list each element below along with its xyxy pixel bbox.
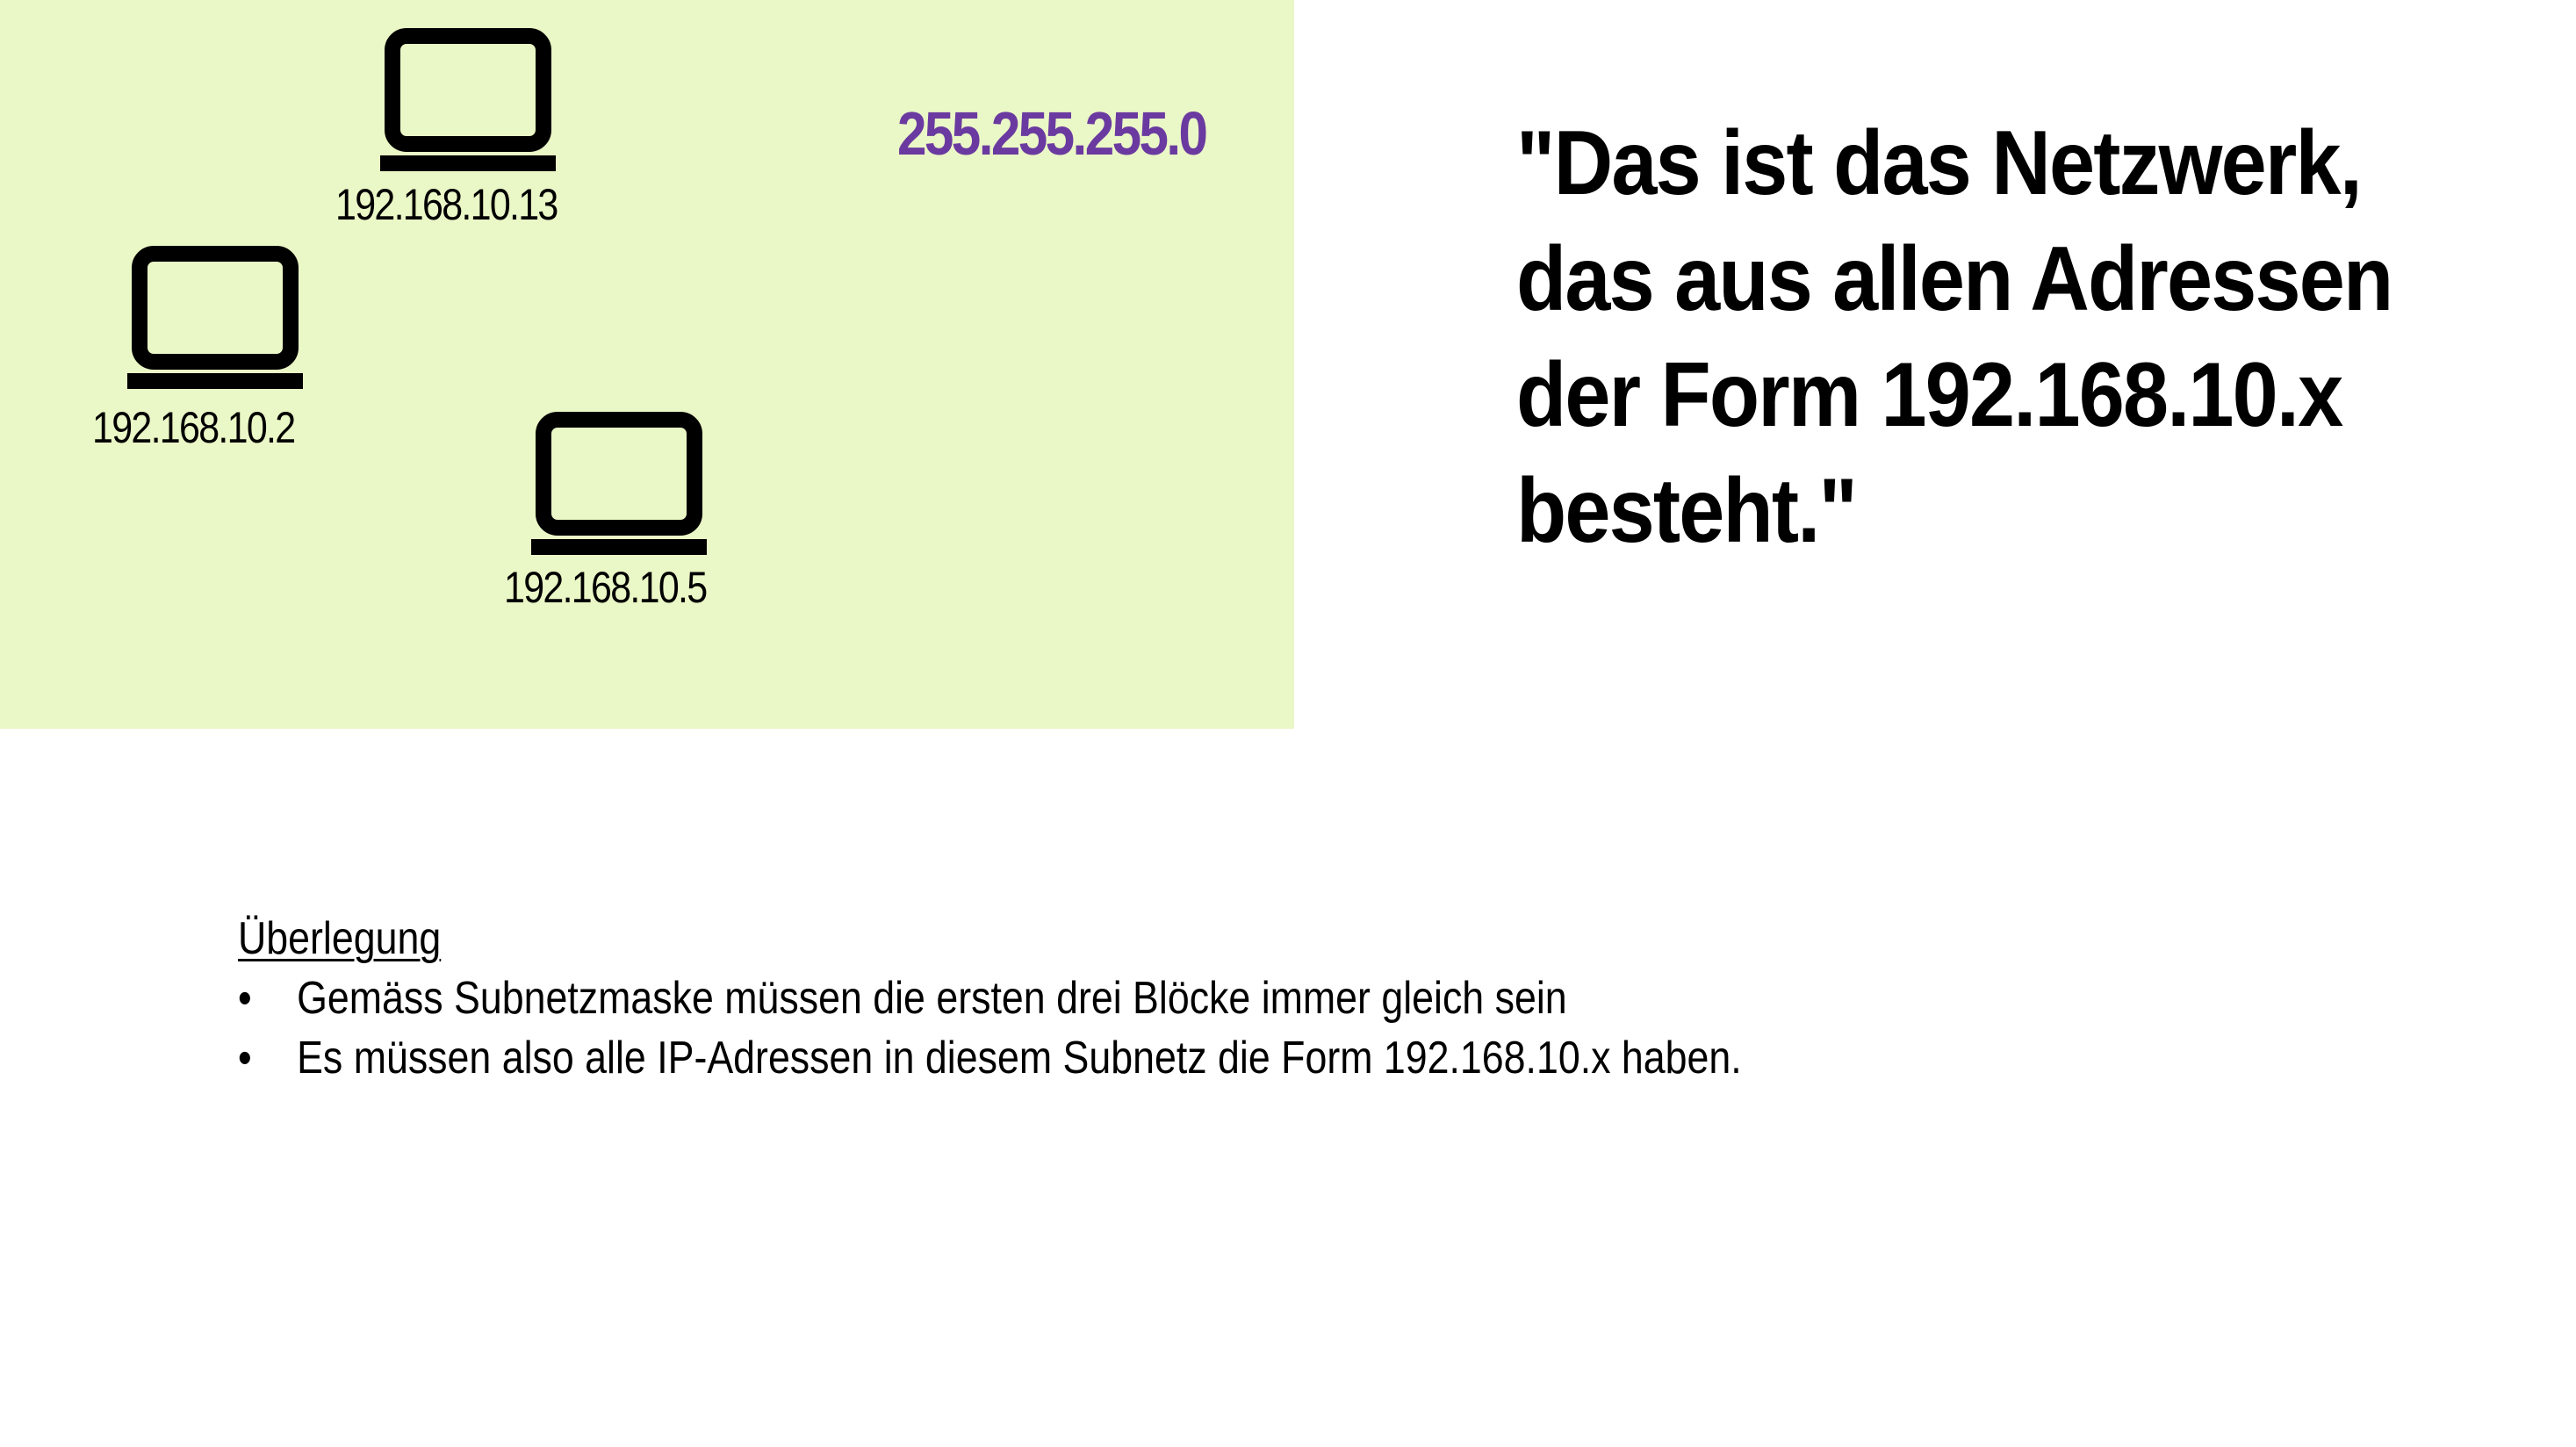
notes-section: Überlegung • Gemäss Subnetzmaske müssen … [238, 909, 1975, 1088]
laptop-device-1 [380, 28, 556, 173]
laptop-icon [380, 28, 556, 171]
list-item-text: Es müssen also alle IP-Adressen in diese… [297, 1033, 1742, 1083]
subnet-mask-label: 255.255.255.0 [897, 99, 1208, 168]
device-ip-label: 192.168.10.2 [92, 403, 296, 452]
quote-line: der Form 192.168.10.x [1516, 344, 2343, 446]
bullet-icon: • [238, 1033, 252, 1083]
list-item: • Es müssen also alle IP-Adressen in die… [238, 1028, 1975, 1088]
list-item-text: Gemäss Subnetzmaske müssen die ersten dr… [297, 973, 1567, 1024]
quote-line: "Das ist das Netzwerk, [1516, 112, 2363, 214]
laptop-icon [127, 246, 303, 389]
network-definition-quote: "Das ist das Netzwerk, das aus allen Adr… [1516, 105, 2425, 569]
quote-line: das aus allen Adressen [1516, 228, 2393, 330]
notes-heading: Überlegung [238, 913, 442, 964]
notes-list: • Gemäss Subnetzmaske müssen die ersten … [238, 968, 1975, 1088]
quote-line: besteht." [1516, 460, 1858, 562]
laptop-device-2 [127, 246, 303, 391]
device-ip-label: 192.168.10.13 [335, 180, 558, 229]
list-item: • Gemäss Subnetzmaske müssen die ersten … [238, 968, 1975, 1028]
network-panel: 192.168.10.13 192.168.10.2 192.168.10.5 … [0, 0, 1294, 729]
bullet-icon: • [238, 973, 252, 1024]
laptop-device-3 [531, 412, 707, 557]
device-ip-label: 192.168.10.5 [504, 563, 708, 612]
laptop-icon [531, 412, 707, 555]
slide: 192.168.10.13 192.168.10.2 192.168.10.5 … [0, 0, 2576, 1447]
